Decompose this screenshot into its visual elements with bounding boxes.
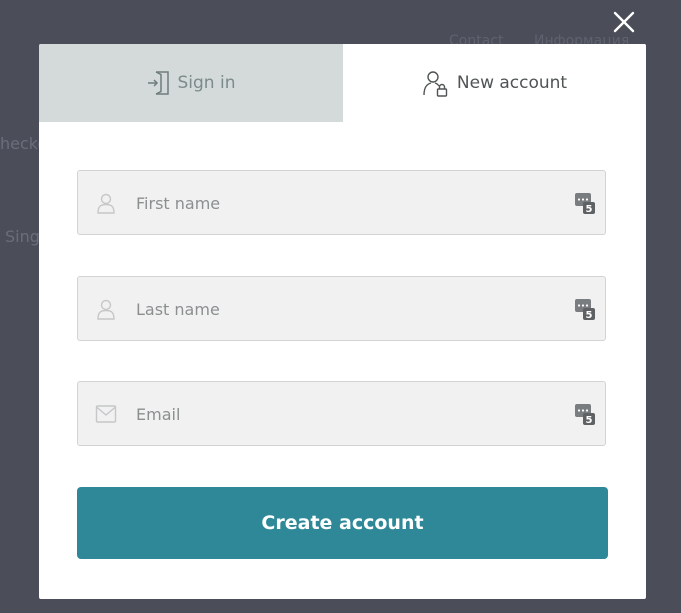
tab-sign-in-label: Sign in <box>177 73 236 93</box>
modal-tabs: Sign in New account <box>39 44 646 122</box>
user-lock-icon <box>422 69 450 97</box>
tab-new-account[interactable]: New account <box>343 44 646 122</box>
email-input[interactable] <box>134 382 558 447</box>
tab-new-account-label: New account <box>456 73 568 93</box>
user-icon <box>97 299 115 320</box>
user-icon <box>97 193 115 214</box>
last-name-field[interactable]: 5 <box>77 276 606 342</box>
svg-text:5: 5 <box>586 204 593 214</box>
create-account-button[interactable]: Create account <box>77 487 608 559</box>
password-manager-icon[interactable]: 5 <box>575 404 595 425</box>
envelope-icon <box>95 405 117 423</box>
svg-text:5: 5 <box>586 415 593 425</box>
password-manager-icon[interactable]: 5 <box>575 193 595 214</box>
close-icon <box>613 11 635 33</box>
first-name-input[interactable] <box>134 171 558 236</box>
first-name-field[interactable]: 5 <box>77 170 606 236</box>
svg-text:5: 5 <box>586 310 593 320</box>
password-manager-icon[interactable]: 5 <box>575 299 595 320</box>
tab-sign-in[interactable]: Sign in <box>39 44 343 122</box>
sign-in-icon <box>147 70 171 96</box>
background-text: Sing <box>5 227 40 246</box>
close-button[interactable] <box>611 9 637 35</box>
account-modal: Sign in New account 5 <box>39 44 646 599</box>
email-field[interactable]: 5 <box>77 381 606 447</box>
last-name-input[interactable] <box>134 277 558 342</box>
